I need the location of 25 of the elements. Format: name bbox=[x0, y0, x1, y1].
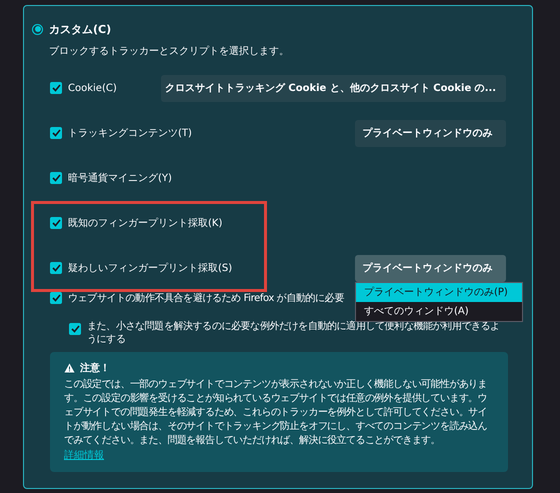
warning-title: 注意！ bbox=[80, 361, 110, 375]
checkbox-label[interactable]: Cookie(C) bbox=[68, 82, 117, 94]
checkbox-label[interactable]: ウェブサイトの動作不具合を避けるため Firefox が自動的に必要 bbox=[68, 291, 344, 305]
checkbox-label[interactable]: トラッキングコンテンツ(T) bbox=[68, 126, 192, 140]
checkbox[interactable] bbox=[50, 172, 62, 184]
checkbox-label[interactable]: 疑わしいフィンガープリント採取(S) bbox=[68, 261, 232, 275]
menu-item[interactable]: プライベートウィンドウのみ(P) bbox=[356, 282, 522, 302]
checkbox-label[interactable]: 既知のフィンガープリント採取(K) bbox=[68, 216, 222, 230]
learn-more-link[interactable]: 詳細情報 bbox=[64, 448, 104, 463]
checkbox-label[interactable]: 暗号通貨マイニング(Y) bbox=[68, 171, 172, 185]
checkbox[interactable] bbox=[50, 82, 62, 94]
warning-text: この設定では、一部のウェブサイトでコンテンツが表示されないか正しく機能しない可能性があります。この設定の影響を受けることが知られているウェブサイトでは任意の例外を提供しています。ウェブサイトでの問題発生を軽減するため、これらのトラッカーを例外として許可してください。サイトが動作しない場合は、そのサイトでトラッキング防止をオフにし、すべてのコンテンツを読み込んでみてください。また、問題を報告していただければ、解決に役立てることができます。 bbox=[64, 378, 488, 448]
checkbox[interactable] bbox=[50, 262, 62, 274]
dropdown-button[interactable]: プライベートウィンドウのみ bbox=[355, 120, 506, 146]
menu-item[interactable]: すべてのウィンドウ(A) bbox=[356, 302, 522, 320]
checkbox[interactable] bbox=[50, 292, 62, 304]
warning-icon bbox=[64, 363, 75, 373]
description-text: ブロックするトラッカーとスクリプトを選択します。 bbox=[49, 44, 290, 58]
dropdown-button[interactable]: クロスサイトトラッキング Cookie と、他のクロスサイト Cookie の... bbox=[161, 74, 506, 102]
radio-button[interactable] bbox=[32, 24, 43, 34]
dropdown-button[interactable]: プライベートウィンドウのみ bbox=[355, 254, 506, 282]
checkbox[interactable] bbox=[50, 217, 62, 229]
option-title[interactable]: カスタム(C) bbox=[49, 22, 112, 36]
checkbox[interactable] bbox=[50, 127, 62, 139]
checkbox[interactable] bbox=[69, 323, 81, 335]
